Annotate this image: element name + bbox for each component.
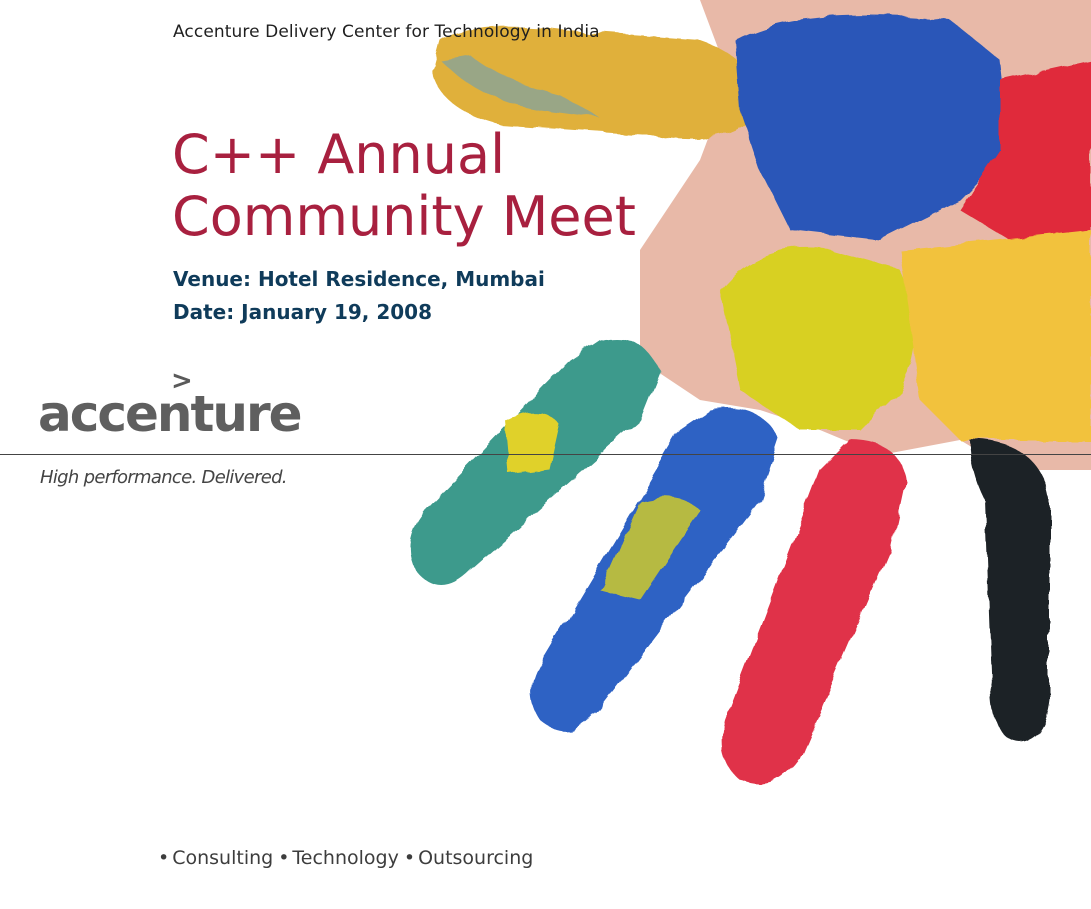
event-title-line1: C++ Annual (172, 123, 506, 186)
event-venue: Venue: Hotel Residence, Mumbai (173, 267, 545, 291)
service-item: Consulting (172, 847, 274, 869)
brand-tagline: High performance. Delivered. (40, 467, 288, 488)
bullet-icon: • (403, 847, 416, 869)
service-item: Outsourcing (418, 847, 534, 869)
divider-line (0, 454, 1091, 455)
event-date: Date: January 19, 2008 (173, 300, 433, 324)
event-title-line2: Community Meet (172, 185, 636, 248)
event-poster: Accenture Delivery Center for Technology… (0, 0, 1091, 909)
services-list: • Consulting • Technology • Outsourcing (158, 847, 533, 869)
bullet-icon: • (158, 847, 170, 869)
service-item: Technology (292, 847, 399, 869)
logo-wordmark: accenture (38, 385, 303, 443)
event-title: C++ Annual Community Meet (172, 124, 636, 248)
organization-line: Accenture Delivery Center for Technology… (173, 22, 600, 42)
accenture-logo: > accenture (38, 368, 303, 448)
bullet-icon: • (278, 847, 290, 869)
